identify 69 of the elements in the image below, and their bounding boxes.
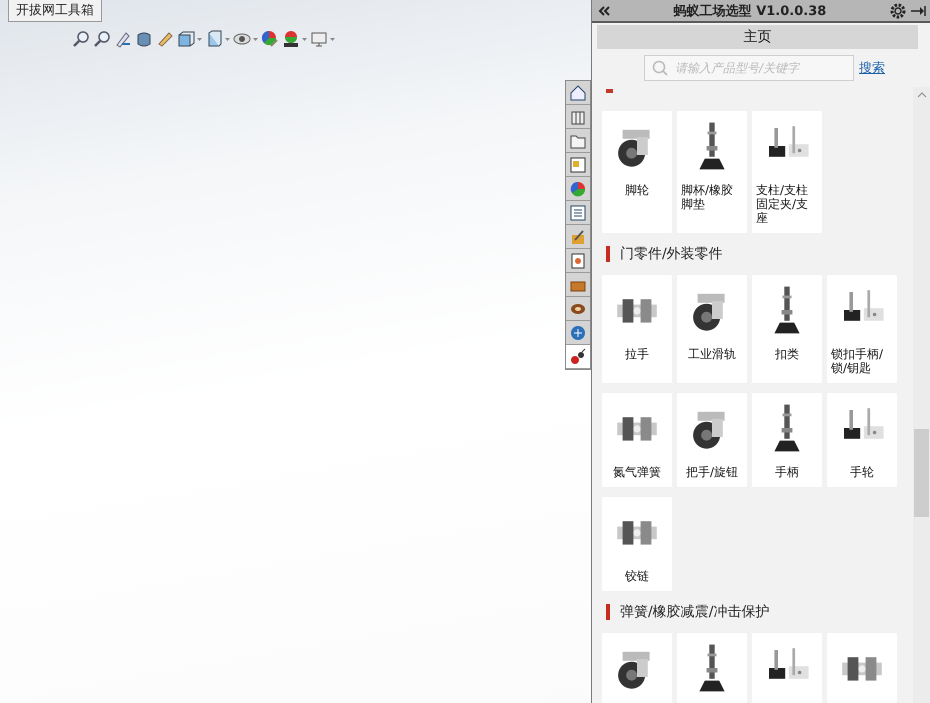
settings-icon[interactable] [890,2,906,18]
side-tab[interactable] [566,105,590,129]
side-tab[interactable] [566,129,590,153]
house-icon[interactable] [569,84,587,102]
home-tab[interactable]: 主页 [597,25,918,49]
product-card[interactable]: 把手/旋钮 [677,393,747,487]
product-card[interactable]: 手轮 [827,393,897,487]
brush-icon[interactable] [156,30,174,48]
product-label: 铰链 [625,569,649,583]
product-card[interactable]: 工业滑轨 [677,275,747,383]
color-ball-icon[interactable] [569,180,587,198]
product-card[interactable] [602,633,672,703]
caret-icon[interactable] [225,38,230,40]
product-card[interactable]: 拉手 [602,275,672,383]
product-label: 扣类 [775,347,799,361]
magnifier-icon[interactable] [93,30,111,48]
caret-icon[interactable] [197,38,202,40]
side-tab[interactable] [566,81,590,105]
search-field[interactable]: 请输入产品型号/关键字 [644,55,854,81]
product-card[interactable]: 氮气弹簧 [602,393,672,487]
product-card[interactable] [827,633,897,703]
scroll-up-icon[interactable] [916,91,926,99]
product-label: 锁扣手柄/锁/钥匙 [831,347,884,375]
side-tab[interactable] [566,153,590,177]
side-tab[interactable] [566,273,590,297]
side-tab[interactable] [566,201,590,225]
magnifier-icon[interactable] [72,30,90,48]
product-card[interactable]: 脚杯/橡胶脚垫 [677,111,747,233]
color-ball-icon[interactable] [261,30,279,48]
product-card[interactable]: 锁扣手柄/锁/钥匙 [827,275,897,383]
product-label: 脚杯/橡胶脚垫 [681,183,734,211]
pin-icon[interactable] [910,4,926,16]
caret-icon[interactable] [330,38,335,40]
product-label: 脚轮 [625,183,649,197]
cube-icon[interactable] [177,30,195,48]
product-label: 氮气弹簧 [613,465,661,479]
ant-icon[interactable] [569,348,587,366]
side-tab[interactable] [566,345,590,369]
product-card[interactable] [677,633,747,703]
product-label: 手轮 [850,465,874,479]
section-title: 弹簧/橡胶减震/冲击保护 [620,603,770,621]
pencil-icon[interactable] [114,30,132,48]
product-card[interactable] [752,633,822,703]
product-card[interactable]: 支柱/支柱固定夹/支座 [752,111,822,233]
cylinder-icon[interactable] [135,30,153,48]
layout-icon[interactable] [569,156,587,174]
section-title: 门零件/外装零件 [620,245,723,263]
product-label: 拉手 [625,347,649,361]
product-label: 手柄 [775,465,799,479]
product-label: 把手/旋钮 [686,465,738,479]
monitor-icon[interactable] [310,30,328,48]
color-ball-icon[interactable] [282,30,300,48]
caret-icon[interactable] [302,38,307,40]
product-card[interactable]: 扣类 [752,275,822,383]
document-icon[interactable] [569,252,587,270]
product-card[interactable]: 手柄 [752,393,822,487]
product-label: 工业滑轨 [688,347,736,361]
collapse-icon[interactable] [598,6,610,16]
scroll-thumb[interactable] [914,429,929,517]
product-label: 支柱/支柱固定夹/支座 [756,183,810,225]
search-icon [652,60,668,76]
product-card[interactable]: 铰链 [602,497,672,591]
search-link[interactable]: 搜索 [859,59,885,77]
panel-title: 蚂蚁工场选型 V1.0.0.38 [674,2,826,20]
list-icon[interactable] [569,204,587,222]
caret-icon[interactable] [253,38,258,40]
side-tab[interactable] [566,249,590,273]
document-tab[interactable]: 开拔网工具箱 [8,0,102,22]
product-card[interactable]: 脚轮 [602,111,672,233]
